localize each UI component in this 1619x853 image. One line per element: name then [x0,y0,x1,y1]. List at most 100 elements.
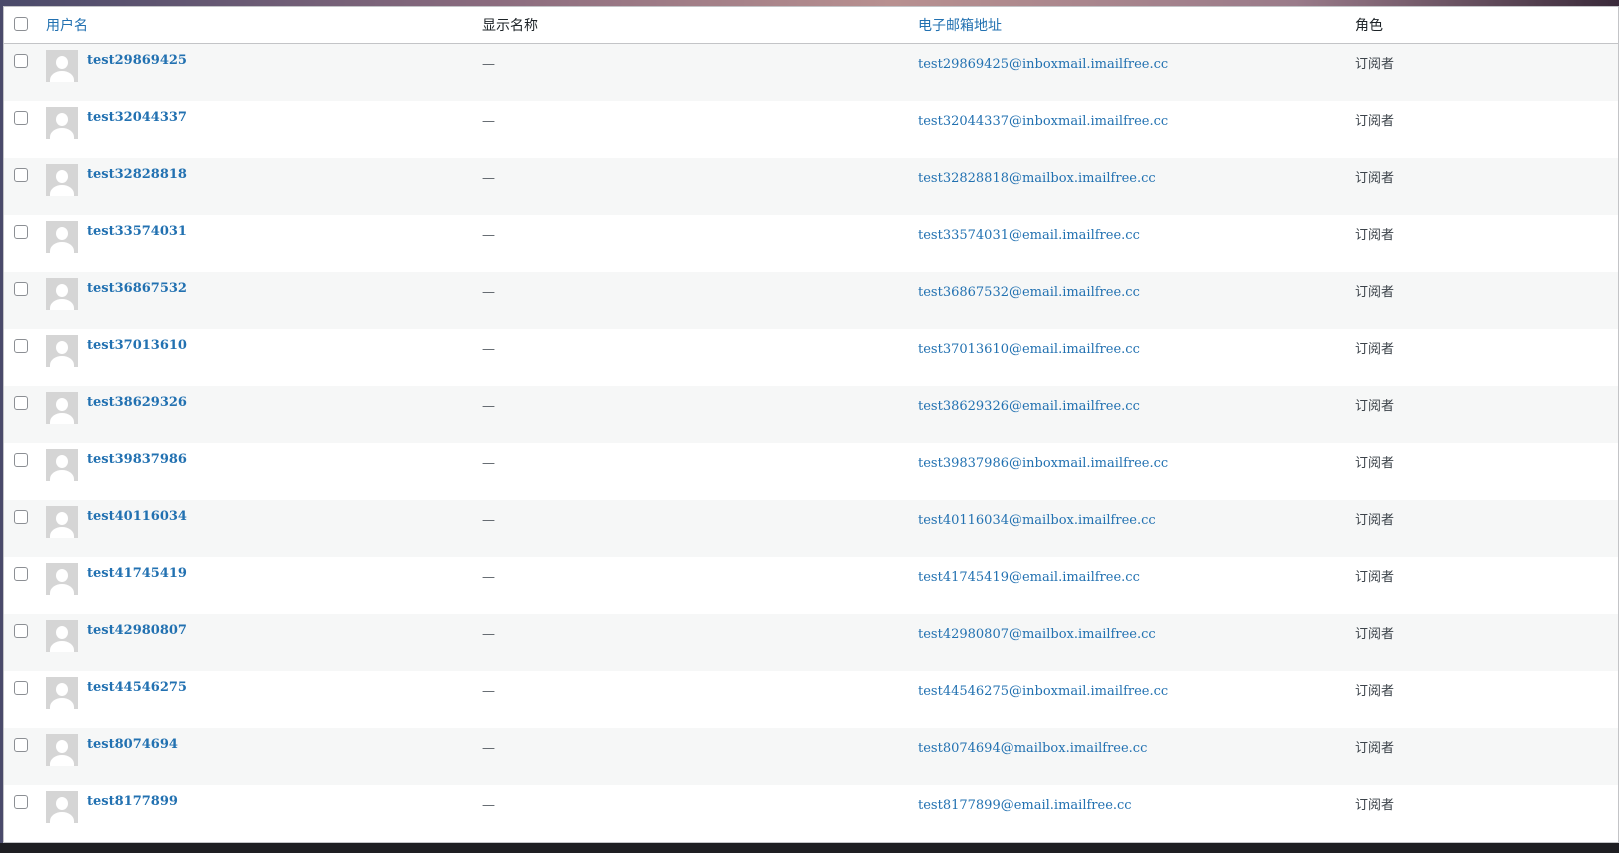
email-link[interactable]: test29869425@inboxmail.imailfree.cc [918,57,1168,72]
username-cell: test33574031 [46,221,482,253]
avatar [46,107,78,139]
table-row: test37013610 — test37013610@email.imailf… [4,329,1618,386]
email-cell: test39837986@inboxmail.imailfree.cc [918,452,1355,472]
role-cell: 订阅者 [1355,452,1618,472]
username-cell: test44546275 [46,677,482,709]
window-bottom-edge [0,843,1619,853]
display-name-cell: — [482,566,918,586]
select-all-checkbox[interactable] [14,16,28,31]
role-cell: 订阅者 [1355,737,1618,757]
username-link[interactable]: test8074694 [87,737,178,753]
avatar-body-shape [50,185,74,196]
table-body: test29869425 — test29869425@inboxmail.im… [4,44,1618,842]
row-checkbox[interactable] [14,453,28,467]
row-checkbox[interactable] [14,282,28,296]
role-cell: 订阅者 [1355,167,1618,187]
email-link[interactable]: test33574031@email.imailfree.cc [918,228,1140,243]
avatar [46,563,78,595]
email-link[interactable]: test42980807@mailbox.imailfree.cc [918,627,1156,642]
email-link[interactable]: test40116034@mailbox.imailfree.cc [918,513,1156,528]
avatar-body-shape [50,299,74,310]
row-checkbox[interactable] [14,225,28,239]
row-checkbox[interactable] [14,624,28,638]
email-cell: test8177899@email.imailfree.cc [918,794,1355,814]
row-checkbox-cell [4,167,46,186]
username-link[interactable]: test32828818 [87,167,187,183]
row-checkbox[interactable] [14,339,28,353]
avatar-head-shape [56,284,68,297]
row-checkbox[interactable] [14,111,28,125]
username-cell: test42980807 [46,620,482,652]
sort-by-email-link[interactable]: 电子邮箱地址 [918,18,1002,34]
email-link[interactable]: test32828818@mailbox.imailfree.cc [918,171,1156,186]
username-link[interactable]: test36867532 [87,281,187,297]
row-checkbox[interactable] [14,510,28,524]
display-name-cell: — [482,110,918,130]
role-value: 订阅者 [1355,171,1395,186]
username-link[interactable]: test32044337 [87,110,187,126]
username-link[interactable]: test40116034 [87,509,187,525]
username-link[interactable]: test33574031 [87,224,187,240]
row-checkbox[interactable] [14,54,28,68]
email-link[interactable]: test38629326@email.imailfree.cc [918,399,1140,414]
avatar [46,335,78,367]
username-link[interactable]: test38629326 [87,395,187,411]
email-link[interactable]: test32044337@inboxmail.imailfree.cc [918,114,1168,129]
avatar-head-shape [56,512,68,525]
role-cell: 订阅者 [1355,395,1618,415]
avatar [46,620,78,652]
avatar-body-shape [50,242,74,253]
row-checkbox[interactable] [14,795,28,809]
role-value: 订阅者 [1355,399,1395,414]
username-cell: test39837986 [46,449,482,481]
display-name-value: — [482,114,495,129]
email-cell: test40116034@mailbox.imailfree.cc [918,509,1355,529]
role-value: 订阅者 [1355,285,1395,300]
username-cell: test29869425 [46,50,482,82]
role-cell: 订阅者 [1355,338,1618,358]
email-link[interactable]: test41745419@email.imailfree.cc [918,570,1140,585]
avatar [46,449,78,481]
role-value: 订阅者 [1355,114,1395,129]
email-link[interactable]: test36867532@email.imailfree.cc [918,285,1140,300]
username-link[interactable]: test29869425 [87,53,187,69]
avatar-body-shape [50,413,74,424]
sort-by-username-link[interactable]: 用户名 [46,15,88,35]
role-value: 订阅者 [1355,513,1395,528]
display-name-header-cell: 显示名称 [482,15,918,35]
avatar [46,221,78,253]
username-link[interactable]: test42980807 [87,623,187,639]
username-link[interactable]: test37013610 [87,338,187,354]
row-checkbox[interactable] [14,738,28,752]
display-name-value: — [482,741,495,756]
email-link[interactable]: test44546275@inboxmail.imailfree.cc [918,684,1168,699]
row-checkbox[interactable] [14,681,28,695]
avatar-body-shape [50,470,74,481]
email-link[interactable]: test8177899@email.imailfree.cc [918,798,1132,813]
username-link[interactable]: test39837986 [87,452,187,468]
table-row: test33574031 — test33574031@email.imailf… [4,215,1618,272]
row-checkbox[interactable] [14,567,28,581]
username-cell: test41745419 [46,563,482,595]
email-link[interactable]: test39837986@inboxmail.imailfree.cc [918,456,1168,471]
avatar-body-shape [50,755,74,766]
username-link[interactable]: test8177899 [87,794,178,810]
table-row: test29869425 — test29869425@inboxmail.im… [4,44,1618,101]
role-cell: 订阅者 [1355,623,1618,643]
username-link[interactable]: test41745419 [87,566,187,582]
role-cell: 订阅者 [1355,110,1618,130]
role-value: 订阅者 [1355,684,1395,699]
row-checkbox[interactable] [14,396,28,410]
email-link[interactable]: test37013610@email.imailfree.cc [918,342,1140,357]
avatar-body-shape [50,128,74,139]
avatar-body-shape [50,71,74,82]
table-row: test36867532 — test36867532@email.imailf… [4,272,1618,329]
role-value: 订阅者 [1355,57,1395,72]
avatar-head-shape [56,683,68,696]
username-link[interactable]: test44546275 [87,680,187,696]
username-cell: test38629326 [46,392,482,424]
email-link[interactable]: test8074694@mailbox.imailfree.cc [918,741,1147,756]
row-checkbox[interactable] [14,168,28,182]
avatar-body-shape [50,356,74,367]
avatar [46,50,78,82]
